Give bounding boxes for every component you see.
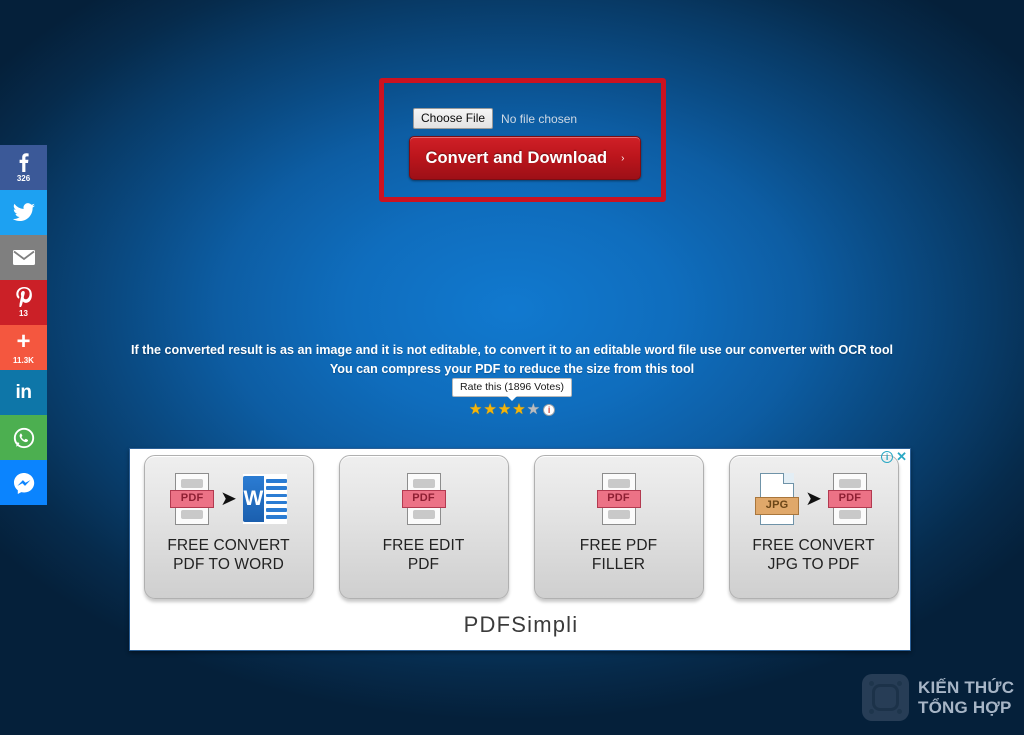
star-icon-2[interactable]: ★ — [483, 402, 496, 417]
ad-card-free-edit-pdf[interactable]: PDF FREE EDIT PDF — [338, 455, 509, 599]
convert-button-label: Convert and Download — [425, 148, 608, 167]
rate-this-tooltip[interactable]: Rate this (1896 Votes) — [452, 378, 572, 401]
messenger-icon — [13, 472, 35, 494]
jpg-document-icon: JPG — [755, 473, 800, 525]
info-line-compress: You can compress your PDF to reduce the … — [329, 362, 695, 376]
pdf-tag-label: PDF — [401, 490, 446, 508]
ad-card-label-line2: PDF — [407, 556, 440, 573]
pdf-document-icon: PDF — [170, 473, 215, 525]
pdf-tag-label: PDF — [827, 490, 872, 508]
ad-card-label-line1: FREE CONVERT — [752, 537, 875, 554]
ad-controls: i ✕ — [881, 450, 907, 463]
pdf-document-icon: PDF — [401, 473, 446, 525]
ad-card-label: FREE CONVERT JPG TO PDF — [752, 536, 874, 574]
social-button-pinterest[interactable]: 13 — [0, 280, 47, 325]
social-button-twitter[interactable] — [0, 190, 47, 235]
watermark: KIẾN THỨC TỔNG HỢP — [862, 674, 1014, 721]
ad-card-label-line2: PDF TO WORD — [173, 556, 284, 573]
pdf-document-icon: PDF — [827, 473, 872, 525]
ad-card-label-line2: FILLER — [591, 556, 646, 573]
pdf-to-word-icon: PDF ➤ W — [170, 468, 287, 530]
chevron-right-icon: › — [621, 152, 625, 164]
ad-card-pdf-to-word[interactable]: PDF ➤ W FREE CONVERT PDF TO WORD — [143, 455, 314, 599]
close-icon[interactable]: ✕ — [896, 450, 907, 463]
adchoices-info-icon[interactable]: i — [881, 451, 894, 463]
ad-card-label-line2: JPG TO PDF — [767, 556, 860, 573]
word-letter-label: W — [242, 476, 264, 522]
pinterest-count: 13 — [19, 309, 28, 318]
social-share-bar: 326 13 + 11.3K in — [0, 145, 47, 505]
pdf-icon-wrap: PDF — [401, 468, 446, 530]
ad-card-label: FREE CONVERT PDF TO WORD — [167, 536, 289, 574]
pinterest-icon — [15, 287, 33, 307]
social-button-facebook[interactable]: 326 — [0, 145, 47, 190]
word-document-icon: W — [242, 474, 287, 524]
whatsapp-icon — [13, 427, 35, 449]
jpg-tag-label: JPG — [755, 497, 800, 515]
email-icon — [12, 249, 36, 266]
page-root: 326 13 + 11.3K in Choose File No file ch… — [0, 0, 1024, 735]
ad-card-list: PDF ➤ W FREE CONVERT PDF TO WORD PDF FRE… — [130, 455, 910, 599]
star-icon-1[interactable]: ★ — [469, 402, 482, 417]
ad-card-jpg-to-pdf[interactable]: JPG ➤ PDF FREE CONVERT JPG TO PDF — [728, 455, 899, 599]
advertisement-banner[interactable]: i ✕ PDF ➤ W FREE CONVERT PDF TO WORD PDF… — [129, 448, 911, 651]
social-button-email[interactable] — [0, 235, 47, 280]
convert-and-download-button[interactable]: Convert and Download › — [409, 136, 641, 180]
social-button-messenger[interactable] — [0, 460, 47, 505]
pdf-icon-wrap: PDF — [596, 468, 641, 530]
rating-info-icon[interactable]: i — [543, 403, 556, 416]
rating-widget: Rate this (1896 Votes) ★ ★ ★ ★ ★ i — [0, 378, 1024, 417]
share-more-count: 11.3K — [13, 356, 34, 365]
facebook-icon — [17, 152, 30, 172]
arrow-right-icon: ➤ — [220, 488, 237, 510]
ad-card-label-line1: FREE EDIT — [382, 537, 465, 554]
star-icon-3[interactable]: ★ — [498, 402, 511, 417]
social-button-whatsapp[interactable] — [0, 415, 47, 460]
twitter-icon — [12, 202, 36, 223]
ad-card-label: FREE PDF FILLER — [580, 536, 657, 574]
pdf-tag-label: PDF — [596, 490, 641, 508]
facebook-count: 326 — [16, 174, 31, 183]
watermark-line1: KIẾN THỨC — [918, 677, 1015, 697]
social-button-share-more[interactable]: + 11.3K — [0, 325, 47, 370]
ad-card-label-line1: FREE PDF — [579, 537, 658, 554]
pdf-document-icon: PDF — [596, 473, 641, 525]
arrow-right-icon: ➤ — [805, 488, 822, 510]
star-icon-4[interactable]: ★ — [512, 402, 525, 417]
watermark-text: KIẾN THỨC TỔNG HỢP — [918, 678, 1014, 718]
star-icon-5[interactable]: ★ — [527, 402, 540, 417]
watermark-logo-icon — [862, 674, 909, 721]
choose-file-button[interactable]: Choose File — [413, 108, 494, 129]
ad-brand-label: PDFSimpli — [463, 612, 579, 637]
linkedin-icon: in — [15, 382, 32, 403]
info-text-block: If the converted result is as an image a… — [0, 341, 1024, 379]
file-status-label: No file chosen — [501, 111, 578, 126]
star-rating-row[interactable]: ★ ★ ★ ★ ★ i — [469, 402, 556, 417]
ad-card-free-pdf-filler[interactable]: PDF FREE PDF FILLER — [533, 455, 704, 599]
pdf-tag-label: PDF — [170, 490, 215, 508]
social-button-linkedin[interactable]: in — [0, 370, 47, 415]
plus-icon: + — [16, 328, 31, 355]
info-line-ocr: If the converted result is as an image a… — [130, 343, 894, 357]
jpg-to-pdf-icon: JPG ➤ PDF — [755, 468, 872, 530]
ad-card-label: FREE EDIT PDF — [383, 536, 465, 574]
file-upload-row: Choose File No file chosen — [413, 108, 577, 129]
watermark-line2: TỔNG HỢP — [918, 697, 1012, 717]
ad-card-label-line1: FREE CONVERT — [167, 537, 290, 554]
